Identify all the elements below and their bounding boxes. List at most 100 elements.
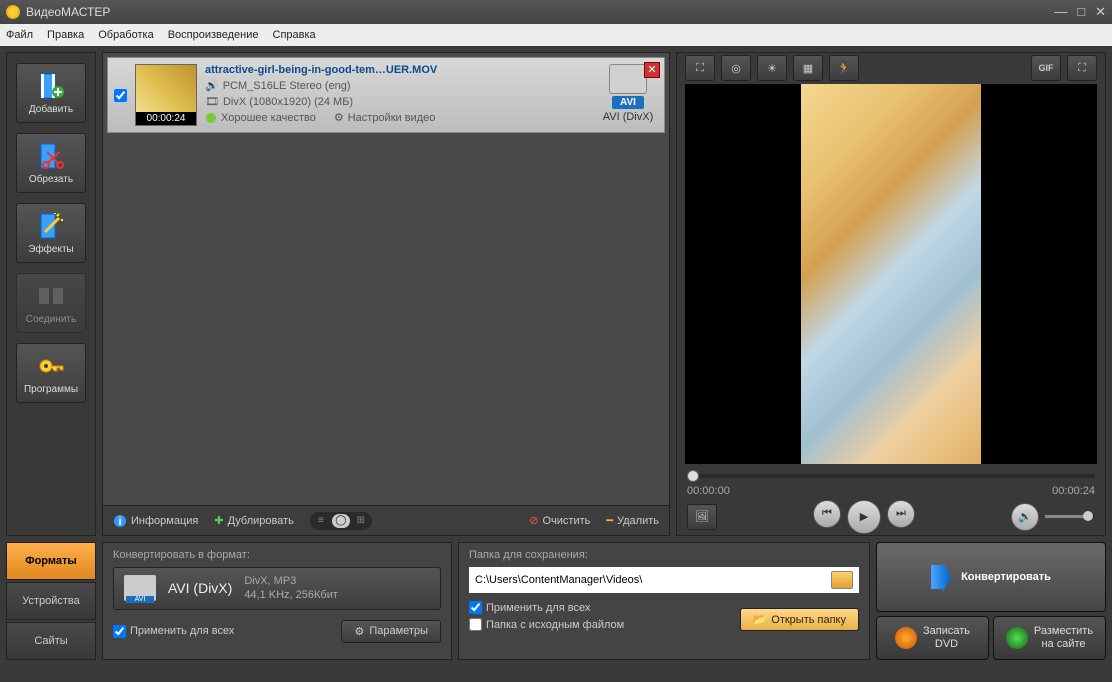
source-folder-checkbox[interactable]: Папка с исходным файлом [469,618,624,631]
picture-icon: 🖼 [695,510,709,523]
video-settings-link[interactable]: ⚙Настройки видео [334,111,436,124]
volume-slider[interactable] [1045,515,1095,518]
programs-button[interactable]: Программы [16,343,86,403]
info-button[interactable]: iИнформация [113,514,198,528]
video-preview[interactable] [685,84,1097,464]
sun-icon: ☀ [767,62,777,75]
target-button[interactable]: ◎ [721,55,751,81]
menubar: Файл Правка Обработка Воспроизведение Сп… [0,24,1112,46]
crop-button[interactable]: ⛶ [685,55,715,81]
frame-icon: ▦ [803,62,813,75]
speed-button[interactable]: 🏃 [829,55,859,81]
grid-view-icon[interactable]: ⊞ [352,514,370,528]
globe-icon [1006,627,1028,649]
close-icon[interactable]: ✕ [1095,4,1106,20]
menu-edit[interactable]: Правка [47,29,84,41]
target-icon: ◎ [731,62,741,75]
maximize-icon[interactable]: □ [1077,4,1085,20]
app-logo-icon [6,5,20,19]
file-checkbox[interactable] [114,89,127,102]
cut-button[interactable]: Обрезать [16,133,86,193]
convert-arrow-icon [931,562,951,592]
volume-icon: 🔊 [1018,510,1032,523]
file-audio: PCM_S16LE Stereo (eng) [223,80,351,92]
file-list[interactable]: 00:00:24 attractive-girl-being-in-good-t… [103,53,669,505]
convert-header: Конвертировать в формат: [113,549,441,561]
seek-slider[interactable] [677,464,1105,483]
remove-file-button[interactable]: ✕ [644,62,660,78]
format-selector[interactable]: AVI (DivX) DivX, MP344,1 KHz, 256Кбит [113,567,441,610]
list-view-icon[interactable]: ≡ [312,514,330,528]
tab-formats[interactable]: Форматы [6,542,96,580]
add-button[interactable]: Добавить [16,63,86,123]
scissors-icon [37,142,65,170]
browse-folder-button[interactable] [831,571,853,589]
format-name: AVI (DivX) [168,580,232,596]
menu-file[interactable]: Файл [6,29,33,41]
film-icon: 🎞 [205,95,219,108]
menu-help[interactable]: Справка [273,29,316,41]
tab-sites[interactable]: Сайты [6,622,96,660]
key-icon [37,352,65,380]
file-video: DivX (1080x1920) (24 МБ) [223,96,353,108]
time-total: 00:00:24 [1052,485,1095,497]
file-name: attractive-girl-being-in-good-tem…UER.MO… [205,64,590,76]
video-frame [801,84,981,464]
folder-icon: 📂 [753,613,767,626]
prev-button[interactable]: ⏮ [813,500,841,528]
convert-button[interactable]: Конвертировать [876,542,1106,612]
dvd-icon [895,627,917,649]
mute-button[interactable]: 🔊 [1011,503,1039,531]
join-button: Соединить [16,273,86,333]
preview-panel: ⛶ ◎ ☀ ▦ 🏃 GIF ⛶ 00:00:00 00:00:24 🖼 ⏮ ▶ … [676,52,1106,536]
list-toolbar: iИнформация ✚Дублировать ≡ ◯ ⊞ ⊘Очистить… [103,505,669,535]
gif-label: GIF [1039,63,1054,73]
detail-view-icon[interactable]: ◯ [332,514,350,528]
params-button[interactable]: ⚙Параметры [341,620,441,643]
brightness-button[interactable]: ☀ [757,55,787,81]
menu-process[interactable]: Обработка [98,29,153,41]
fullscreen-icon: ⛶ [1078,62,1086,75]
file-quality: Хорошее качество [221,112,316,124]
view-toggle[interactable]: ≡ ◯ ⊞ [310,512,372,530]
delete-button[interactable]: ━Удалить [606,514,659,527]
menu-playback[interactable]: Воспроизведение [168,29,259,41]
open-folder-button[interactable]: 📂Открыть папку [740,608,859,631]
save-path-input[interactable] [475,574,831,586]
action-panel: Конвертировать ЗаписатьDVD Разместитьна … [876,542,1106,660]
file-thumbnail[interactable]: 00:00:24 [135,64,197,126]
gif-button[interactable]: GIF [1031,55,1061,81]
runner-icon: 🏃 [837,62,851,75]
time-current: 00:00:00 [687,485,730,497]
clear-button[interactable]: ⊘Очистить [529,514,590,527]
effects-button[interactable]: Эффекты [16,203,86,263]
seek-knob[interactable] [687,470,699,482]
next-button[interactable]: ⏭ [887,500,915,528]
plus-icon: ✚ [214,514,223,527]
titlebar: ВидеоМАСТЕР — □ ✕ [0,0,1112,24]
file-duration: 00:00:24 [136,112,196,125]
fullscreen-button[interactable]: ⛶ [1067,55,1097,81]
minimize-icon[interactable]: — [1054,4,1067,20]
left-toolbar: Добавить Обрезать Эффекты Соединить Прог… [6,52,96,536]
file-item[interactable]: 00:00:24 attractive-girl-being-in-good-t… [107,57,665,133]
burn-dvd-button[interactable]: ЗаписатьDVD [876,616,989,660]
prev-icon: ⏮ [822,507,832,520]
duplicate-button[interactable]: ✚Дублировать [214,514,294,527]
save-folder-panel: Папка для сохранения: Применить для всех… [458,542,870,660]
apply-all-folder-checkbox[interactable]: Применить для всех [469,601,624,614]
volume-knob[interactable] [1083,511,1093,521]
frame-button[interactable]: ▦ [793,55,823,81]
apply-all-format-checkbox[interactable]: Применить для всех [113,625,234,638]
tab-devices[interactable]: Устройства [6,582,96,620]
play-button[interactable]: ▶ [847,500,881,534]
publish-web-button[interactable]: Разместитьна сайте [993,616,1106,660]
cancel-icon: ⊘ [529,514,538,527]
snapshot-button[interactable]: 🖼 [687,504,717,530]
app-title: ВидеоМАСТЕР [26,5,1054,19]
file-list-panel: 00:00:24 attractive-girl-being-in-good-t… [102,52,670,536]
wand-icon [37,212,65,240]
svg-text:i: i [118,516,121,528]
gear-icon: ⚙ [354,625,364,638]
gear-icon: ⚙ [334,111,344,124]
